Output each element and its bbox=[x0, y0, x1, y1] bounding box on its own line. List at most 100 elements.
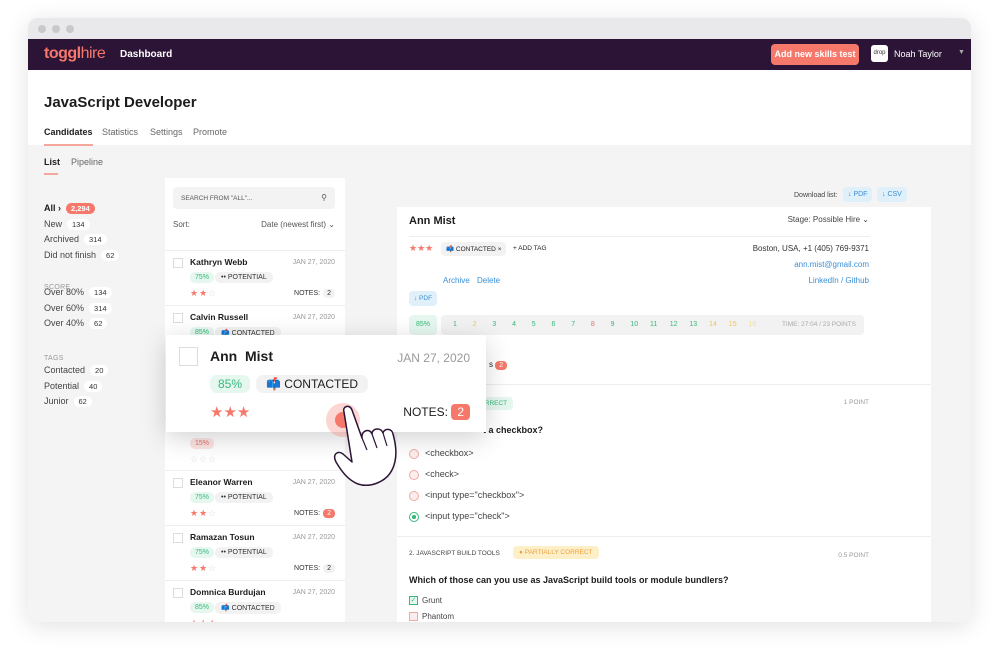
question-number[interactable]: 7 bbox=[571, 321, 575, 328]
add-skills-test-button[interactable]: Add new skills test bbox=[771, 44, 859, 65]
filter-item[interactable]: Over 80% 134 bbox=[44, 287, 112, 298]
filter-item[interactable]: Did not finish 62 bbox=[44, 249, 120, 261]
question-number[interactable]: 2 bbox=[473, 321, 477, 328]
question-number[interactable]: 6 bbox=[552, 321, 556, 328]
window-maximize-dot[interactable] bbox=[66, 25, 74, 33]
candidate-score: 75% bbox=[190, 547, 215, 558]
rating-stars[interactable]: ★★☆ bbox=[190, 508, 217, 519]
social-links: LinkedIn / Github bbox=[808, 276, 869, 285]
radio-icon bbox=[409, 511, 419, 522]
filter-item[interactable]: New 134 bbox=[44, 218, 90, 230]
question-number[interactable]: 8 bbox=[591, 321, 595, 328]
question-number[interactable]: 3 bbox=[492, 321, 496, 328]
avatar[interactable]: drop bbox=[871, 45, 888, 62]
remove-tag-icon[interactable]: × bbox=[498, 246, 502, 253]
q1-option[interactable]: <input type="checkbox"> bbox=[409, 490, 524, 501]
popup-tag: 📫 CONTACTED bbox=[256, 375, 369, 393]
notes-count[interactable]: NOTES: 2 bbox=[294, 509, 335, 518]
subtab-underline bbox=[44, 173, 58, 175]
item-checkbox[interactable] bbox=[173, 588, 183, 598]
download-pdf-button[interactable]: ↓ PDF bbox=[843, 187, 873, 202]
time-points: TIME: 27:04 / 23 POINTS bbox=[781, 321, 856, 328]
q1-option[interactable]: <input type="check"> bbox=[409, 511, 510, 522]
github-link[interactable]: Github bbox=[845, 276, 869, 285]
rating-stars[interactable]: ★★☆ bbox=[190, 288, 217, 299]
list-item[interactable]: Kathryn Webb JAN 27, 2020 75% •• POTENTIA… bbox=[165, 250, 345, 305]
stage-select[interactable]: Stage: Possible Hire ⌄ bbox=[788, 215, 869, 224]
q2-text: Which of those can you use as JavaScript… bbox=[409, 575, 729, 585]
notes-count[interactable]: NOTES: 2 bbox=[294, 564, 335, 573]
question-number[interactable]: 10 bbox=[630, 321, 638, 328]
chevron-down-icon[interactable]: ▼ bbox=[958, 49, 965, 56]
notes-count[interactable]: NOTES: 2 bbox=[294, 289, 335, 298]
popup-checkbox[interactable] bbox=[179, 347, 198, 366]
window-minimize-dot[interactable] bbox=[52, 25, 60, 33]
subtab-list[interactable]: List bbox=[44, 157, 60, 167]
search-icon: ⚲ bbox=[321, 193, 327, 202]
tab-statistics[interactable]: Statistics bbox=[102, 127, 138, 137]
q2-points: 0.5 POINT bbox=[838, 552, 869, 559]
q2-option[interactable]: Phantom bbox=[409, 612, 454, 622]
filter-item[interactable]: Contacted 20 bbox=[44, 365, 109, 376]
candidate-name: Domnica Burdujan bbox=[190, 587, 266, 597]
question-number[interactable]: 9 bbox=[611, 321, 615, 328]
user-name[interactable]: Noah Taylor bbox=[894, 49, 942, 59]
search-input[interactable]: SEARCH FROM "ALL"... ⚲ bbox=[173, 187, 335, 209]
download-csv-button[interactable]: ↓ CSV bbox=[877, 187, 907, 202]
question-number[interactable]: 11 bbox=[650, 321, 657, 328]
tab-promote[interactable]: Promote bbox=[193, 127, 227, 137]
filter-item[interactable]: Archived 314 bbox=[44, 234, 107, 245]
linkedin-link[interactable]: LinkedIn bbox=[808, 276, 838, 285]
subtab-pipeline[interactable]: Pipeline bbox=[71, 157, 103, 167]
rating-stars[interactable]: ☆☆☆ bbox=[190, 454, 217, 465]
nav-dashboard[interactable]: Dashboard bbox=[120, 49, 172, 60]
question-number[interactable]: 5 bbox=[532, 321, 536, 328]
filter-item[interactable]: Over 40% 62 bbox=[44, 318, 108, 329]
detail-pdf-button[interactable]: ↓ PDF bbox=[409, 291, 438, 306]
sort-select[interactable]: Date (newest first) ⌄ bbox=[261, 220, 335, 229]
question-number[interactable]: 12 bbox=[670, 321, 678, 328]
list-item[interactable]: Domnica Burdujan JAN 27, 2020 85% 📫 CONTA… bbox=[165, 580, 345, 622]
candidate-popup-card[interactable]: Ann Mist JAN 27, 2020 85% 📫 CONTACTED ★★… bbox=[166, 335, 486, 437]
question-number[interactable]: 13 bbox=[689, 321, 697, 328]
list-item[interactable]: Eleanor Warren JAN 27, 2020 75% •• POTENT… bbox=[165, 470, 345, 525]
email-link[interactable]: ann.mist@gmail.com bbox=[794, 260, 869, 269]
popup-score: 85% bbox=[210, 375, 251, 393]
archive-link[interactable]: Archive bbox=[443, 276, 470, 285]
filter-item[interactable]: Potential 40 bbox=[44, 380, 103, 392]
divider bbox=[397, 536, 931, 537]
detail-name: Ann Mist bbox=[409, 215, 456, 227]
logo[interactable]: togglhire bbox=[44, 45, 106, 63]
question-number[interactable]: 1 bbox=[453, 321, 457, 328]
filter-item[interactable]: Over 60% 314 bbox=[44, 302, 112, 314]
candidate-score: 15% bbox=[190, 438, 215, 449]
tab-candidates[interactable]: Candidates bbox=[44, 127, 93, 146]
notes-tab[interactable]: s 2 bbox=[489, 360, 508, 370]
download-label: Download list: bbox=[794, 192, 838, 199]
question-number[interactable]: 15 bbox=[729, 321, 737, 328]
question-number[interactable]: 14 bbox=[709, 321, 717, 328]
delete-link[interactable]: Delete bbox=[477, 276, 500, 285]
checkbox-checked-icon: ✓ bbox=[409, 596, 418, 606]
q2-status-badge: ● PARTIALLY CORRECT bbox=[513, 546, 599, 559]
item-checkbox[interactable] bbox=[173, 313, 183, 323]
popup-stars[interactable]: ★★★ bbox=[210, 403, 250, 421]
candidate-date: JAN 27, 2020 bbox=[292, 259, 335, 266]
add-tag-button[interactable]: + ADD TAG bbox=[513, 245, 547, 252]
rating-stars[interactable]: ★★☆ bbox=[190, 563, 217, 574]
window-close-dot[interactable] bbox=[38, 25, 46, 33]
question-number[interactable]: 16 bbox=[749, 321, 757, 328]
item-checkbox[interactable] bbox=[173, 478, 183, 488]
tab-settings[interactable]: Settings bbox=[150, 127, 183, 137]
detail-stars[interactable]: ★★★ bbox=[409, 243, 433, 254]
rating-stars[interactable]: ★★★ bbox=[190, 618, 217, 622]
q2-option[interactable]: ✓ Grunt bbox=[409, 596, 442, 606]
candidate-score: 75% bbox=[190, 272, 215, 283]
candidate-tag: 📫 CONTACTED bbox=[215, 602, 281, 614]
item-checkbox[interactable] bbox=[173, 258, 183, 268]
item-checkbox[interactable] bbox=[173, 533, 183, 543]
list-item[interactable]: Ramazan Tosun JAN 27, 2020 75% •• POTENTI… bbox=[165, 525, 345, 580]
filter-item[interactable]: All › 2,294 bbox=[44, 203, 95, 214]
filter-item[interactable]: Junior 62 bbox=[44, 396, 92, 407]
question-number[interactable]: 4 bbox=[512, 321, 516, 328]
